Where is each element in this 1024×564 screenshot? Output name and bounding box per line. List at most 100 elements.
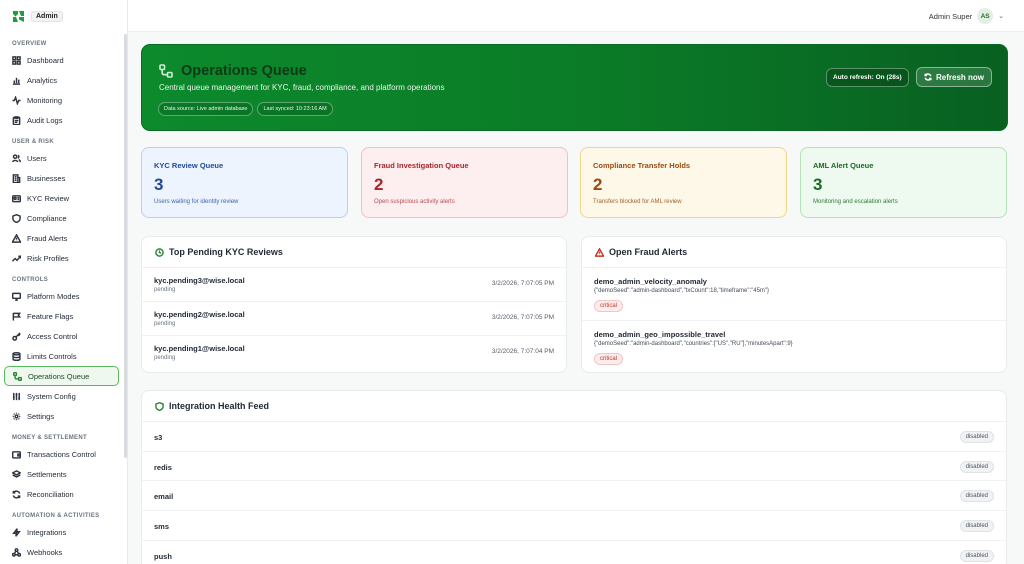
sidebar-item-integrations[interactable]: Integrations: [0, 522, 127, 542]
integration-name: email: [154, 492, 174, 502]
table-row[interactable]: kyc.pending1@wise.local pending 3/2/2026…: [142, 336, 566, 370]
severity-badge: critical: [594, 300, 624, 312]
kyc-status: pending: [154, 287, 176, 293]
wallet-icon: [12, 450, 21, 459]
stat-card-aml-alert-queue[interactable]: AML Alert Queue 3 Monitoring and escalat…: [800, 147, 1007, 218]
stat-title: Compliance Transfer Holds: [593, 161, 691, 170]
kyc-timestamp: 3/2/2026, 7:07:04 PM: [491, 348, 554, 355]
sidebar-item-operations-queue[interactable]: Operations Queue: [4, 366, 119, 386]
sidebar-scrollbar[interactable]: [124, 34, 127, 458]
sidebar-item-kyc-review[interactable]: KYC Review: [0, 188, 127, 208]
sidebar: Admin OVERVIEW Dashboard Analytics Monit…: [0, 0, 128, 564]
kyc-status: pending: [154, 321, 176, 327]
sidebar-item-audit-logs[interactable]: Audit Logs: [0, 110, 127, 130]
integration-name: push: [154, 551, 172, 561]
integration-name: redis: [154, 462, 172, 472]
workflow-icon: [159, 64, 173, 78]
list-item[interactable]: demo_admin_geo_impossible_travel {"demoS…: [582, 321, 1006, 372]
nav-section-controls: CONTROLS: [12, 277, 49, 283]
stat-title: Fraud Investigation Queue: [374, 161, 469, 170]
list-item[interactable]: redis disabled: [142, 452, 1006, 482]
alert-name: demo_admin_geo_impossible_travel: [594, 330, 726, 339]
last-synced-pill: Last synced: 10:23:16 AM: [257, 102, 333, 116]
brand-logo-icon: [13, 10, 24, 22]
panel-title: Top Pending KYC Reviews: [169, 247, 283, 257]
table-row[interactable]: kyc.pending2@wise.local pending 3/2/2026…: [142, 302, 566, 336]
sidebar-item-compliance[interactable]: Compliance: [0, 208, 127, 228]
avatar: AS: [977, 8, 994, 24]
stat-card-kyc-review-queue[interactable]: KYC Review Queue 3 Users waiting for ide…: [141, 147, 348, 218]
sidebar-item-label: Transactions Control: [27, 449, 96, 459]
sidebar-item-risk-profiles[interactable]: Risk Profiles: [0, 248, 127, 268]
integration-health-panel: Integration Health Feed s3 disabled redi…: [141, 390, 1007, 564]
nav-section-money-settlement: MONEY & SETTLEMENT: [12, 435, 87, 441]
stat-title: KYC Review Queue: [154, 161, 224, 170]
severity-badge: critical: [594, 353, 624, 365]
sidebar-item-settlements[interactable]: Settlements: [0, 464, 127, 484]
hero-banner: Operations Queue Central queue managemen…: [141, 44, 1008, 131]
sidebar-item-label: Businesses: [27, 173, 66, 183]
sidebar-item-label: Users: [27, 153, 47, 163]
sidebar-item-businesses[interactable]: Businesses: [0, 168, 127, 188]
chevron-down-icon: ⌄: [998, 13, 1004, 20]
page-title: Operations Queue: [181, 63, 307, 79]
status-badge: disabled: [959, 460, 994, 473]
sidebar-item-label: Audit Logs: [27, 115, 63, 125]
clock-icon: [155, 247, 164, 257]
kyc-email: kyc.pending1@wise.local: [154, 344, 245, 353]
sidebar-item-monitoring[interactable]: Monitoring: [0, 90, 127, 110]
status-badge: disabled: [959, 520, 994, 533]
sliders-icon: [12, 392, 21, 400]
sidebar-item-label: Reconciliation: [27, 489, 74, 499]
sidebar-item-webhooks[interactable]: Webhooks: [0, 542, 127, 562]
panel-title: Integration Health Feed: [169, 401, 270, 411]
sidebar-item-access-control[interactable]: Access Control: [0, 326, 127, 346]
sidebar-item-feature-flags[interactable]: Feature Flags: [0, 306, 127, 326]
list-item[interactable]: sms disabled: [142, 511, 1006, 541]
open-fraud-alerts-panel: Open Fraud Alerts demo_admin_velocity_an…: [581, 236, 1007, 373]
sidebar-item-users[interactable]: Users: [0, 148, 127, 168]
list-item[interactable]: demo_admin_velocity_anomaly {"demoSeed":…: [582, 268, 1006, 321]
sidebar-item-label: Settlements: [27, 469, 67, 479]
sidebar-item-analytics[interactable]: Analytics: [0, 70, 127, 90]
refresh-now-button[interactable]: Refresh now: [916, 67, 992, 87]
sidebar-item-label: KYC Review: [27, 193, 70, 203]
sidebar-item-platform-modes[interactable]: Platform Modes: [0, 286, 127, 306]
stat-title: AML Alert Queue: [813, 161, 874, 170]
sidebar-item-system-config[interactable]: System Config: [0, 386, 127, 406]
status-badge: disabled: [959, 490, 994, 503]
integration-name: s3: [154, 433, 163, 442]
sidebar-item-dashboard[interactable]: Dashboard: [0, 50, 127, 70]
sidebar-item-reconciliation[interactable]: Reconciliation: [0, 484, 127, 504]
sidebar-item-label: Webhooks: [27, 547, 63, 557]
monitor-icon: [12, 292, 21, 301]
user-menu[interactable]: Admin Super AS ⌄: [929, 8, 1004, 24]
stat-card-fraud-investigation-queue[interactable]: Fraud Investigation Queue 2 Open suspici…: [361, 147, 568, 218]
stat-description: Open suspicious activity alerts: [374, 199, 455, 205]
sidebar-item-label: Fraud Alerts: [27, 233, 68, 243]
dashboard-icon: [12, 55, 21, 65]
list-item[interactable]: email disabled: [142, 481, 1006, 512]
panel-title: Open Fraud Alerts: [609, 247, 688, 257]
auto-refresh-toggle[interactable]: Auto refresh: On (28s): [826, 68, 909, 87]
sidebar-item-transactions-control[interactable]: Transactions Control: [0, 444, 127, 464]
sidebar-item-label: Feature Flags: [27, 311, 74, 321]
list-item[interactable]: push disabled: [142, 541, 1006, 564]
sidebar-item-fraud-alerts[interactable]: Fraud Alerts: [0, 228, 127, 248]
sidebar-item-label: Platform Modes: [27, 291, 80, 301]
gear-icon: [12, 412, 21, 420]
list-item[interactable]: s3 disabled: [142, 422, 1006, 452]
table-row[interactable]: kyc.pending3@wise.local pending 3/2/2026…: [142, 268, 566, 302]
workflow-icon: [13, 371, 22, 381]
status-badge: disabled: [959, 431, 994, 443]
topbar: Admin Super AS ⌄: [128, 0, 1024, 32]
sidebar-item-limits-controls[interactable]: Limits Controls: [0, 346, 127, 366]
brand[interactable]: Admin: [0, 0, 127, 32]
webhook-icon: [12, 547, 21, 557]
sidebar-item-settings[interactable]: Settings: [0, 406, 127, 426]
zap-icon: [12, 527, 21, 537]
page-subtitle: Central queue management for KYC, fraud,…: [159, 83, 445, 92]
kyc-timestamp: 3/2/2026, 7:07:05 PM: [491, 280, 554, 287]
brand-badge: Admin: [31, 10, 63, 22]
stat-card-compliance-transfer-holds[interactable]: Compliance Transfer Holds 2 Transfers bl…: [580, 147, 787, 218]
